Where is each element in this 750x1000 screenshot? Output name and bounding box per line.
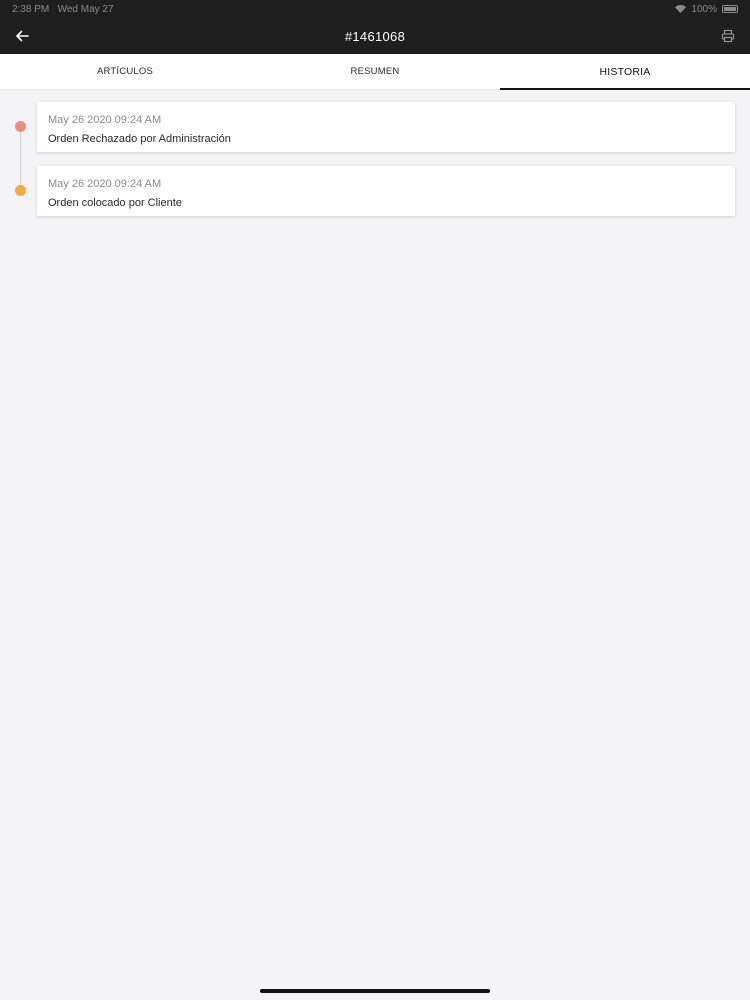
printer-icon (721, 29, 735, 43)
tab-bar: ARTÍCULOS RESUMEN HISTORIA (0, 54, 750, 90)
history-description: Orden Rechazado por Administración (48, 133, 231, 145)
battery-percent: 100% (691, 3, 717, 15)
status-time-date: 2:38 PM Wed May 27 (12, 4, 114, 15)
history-description: Orden colocado por Cliente (48, 197, 182, 209)
history-entry: May 26 2020 09:24 AM Orden Rechazado por… (0, 102, 750, 152)
history-date: May 26 2020 09:24 AM (48, 178, 162, 190)
history-date: May 26 2020 09:24 AM (48, 114, 162, 126)
wifi-icon (675, 5, 687, 13)
history-card: May 26 2020 09:24 AM Orden colocado por … (37, 166, 735, 216)
status-indicators: 100% (675, 4, 738, 15)
tab-articulos[interactable]: ARTÍCULOS (0, 54, 250, 89)
navigation-bar: #1461068 (0, 18, 750, 54)
status-time: 2:38 PM (12, 3, 50, 15)
history-timeline: May 26 2020 09:24 AM Orden Rechazado por… (0, 102, 750, 230)
status-date: Wed May 27 (57, 3, 114, 15)
tab-resumen[interactable]: RESUMEN (250, 54, 500, 89)
status-dot-placed (15, 185, 26, 196)
home-indicator[interactable] (260, 989, 490, 993)
arrow-left-icon (16, 30, 29, 42)
page-title: #1461068 (344, 28, 406, 44)
print-button[interactable] (716, 24, 740, 48)
battery-icon (722, 5, 738, 13)
tab-historia[interactable]: HISTORIA (500, 54, 750, 90)
history-card: May 26 2020 09:24 AM Orden Rechazado por… (37, 102, 735, 152)
status-dot-rejected (15, 121, 26, 132)
history-entry: May 26 2020 09:24 AM Orden colocado por … (0, 166, 750, 216)
back-button[interactable] (10, 24, 34, 48)
status-bar: 2:38 PM Wed May 27 100% (0, 0, 750, 18)
